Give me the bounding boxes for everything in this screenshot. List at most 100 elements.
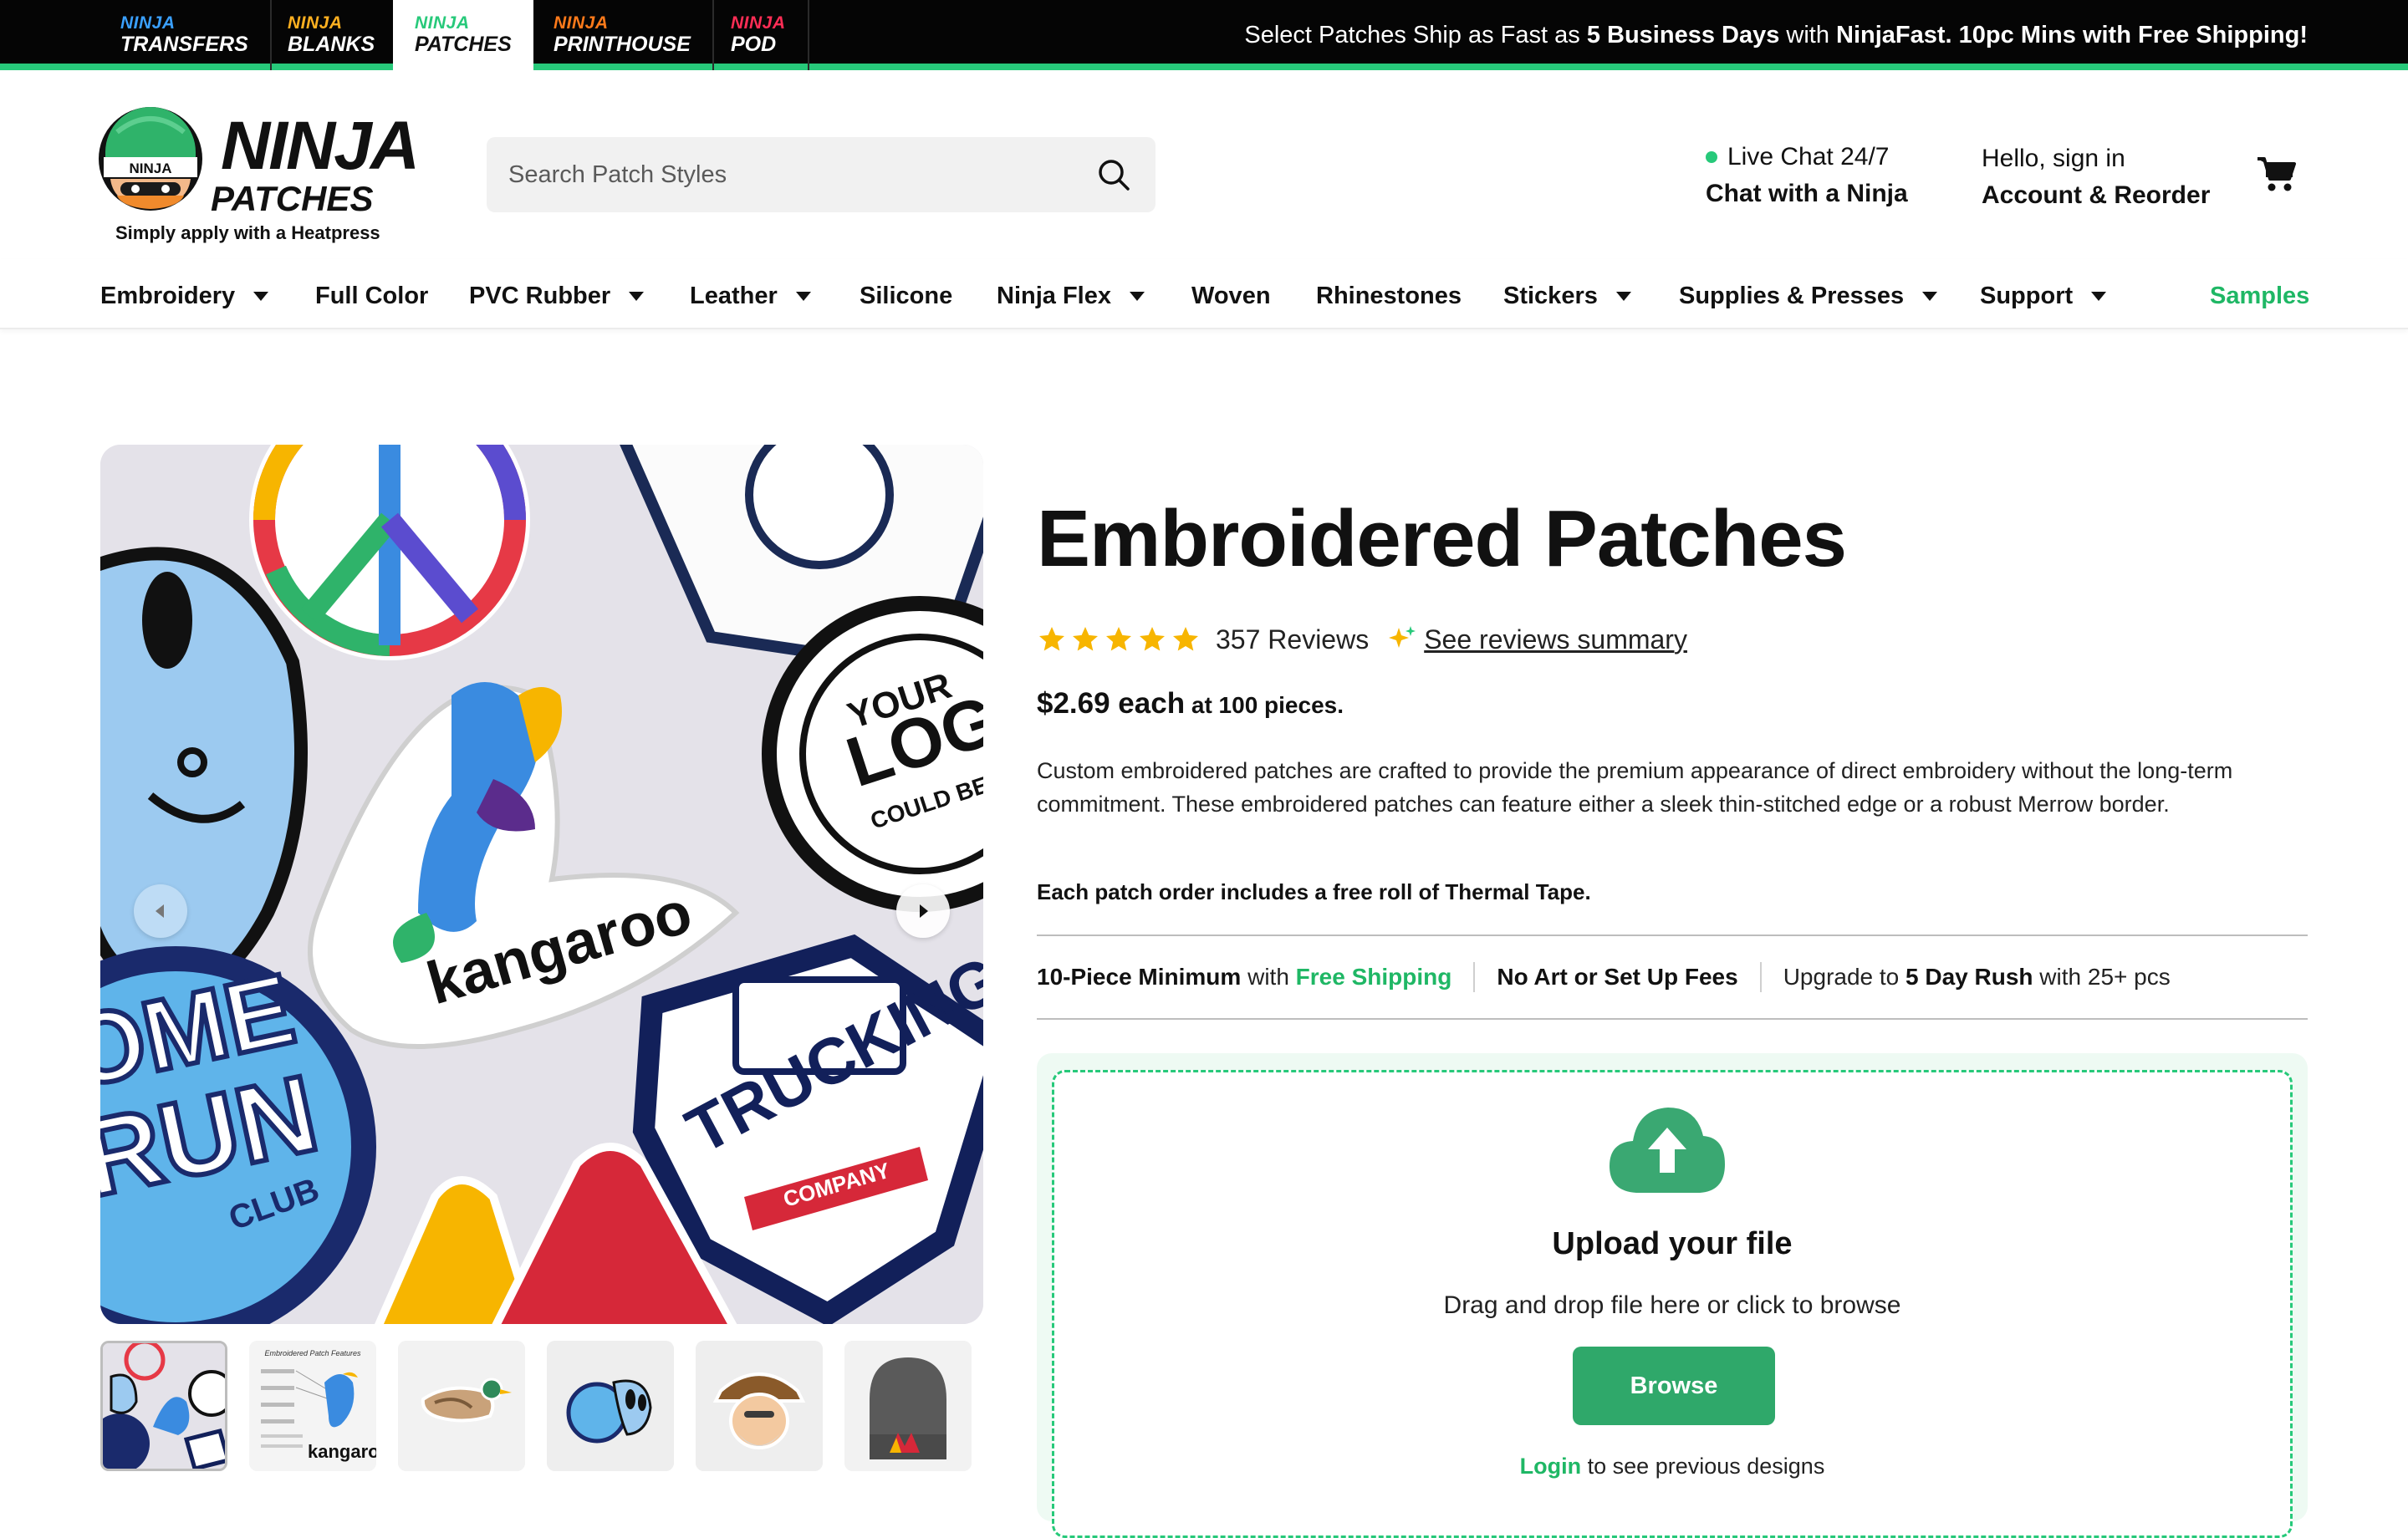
thumbnail-word: kangaroo <box>308 1441 376 1462</box>
search-bar <box>487 137 1156 212</box>
feature-minimum: 10-Piece Minimum with Free Shipping <box>1037 964 1451 991</box>
thumbnail-5[interactable] <box>696 1341 823 1471</box>
promo-highlight: NinjaFast. 10pc Mins with Free Shipping! <box>1836 21 2308 48</box>
account-reorder-label: Account & Reorder <box>1982 181 2211 209</box>
thumbnail-image <box>547 1341 674 1471</box>
brand-tab-pod[interactable]: NINJA POD <box>709 0 809 70</box>
nav-label: Full Color <box>315 282 429 309</box>
thumbnail-4[interactable] <box>547 1341 674 1471</box>
price-suffix: at 100 pieces. <box>1185 692 1344 718</box>
feature-rush: Upgrade to 5 Day Rush with 25+ pcs <box>1783 964 2171 991</box>
ninja-mascot-icon: NINJA NINJA PATCHES <box>99 107 420 218</box>
nav-label: Leather <box>690 282 778 309</box>
cloud-upload-icon <box>1610 1108 1725 1193</box>
search-input[interactable] <box>508 160 1094 189</box>
browse-button[interactable]: Browse <box>1573 1347 1775 1425</box>
brand-tab-transfers[interactable]: NINJA TRANSFERS <box>99 0 272 70</box>
thumbnail-image: Embroidered Patch Features kangaroo <box>249 1341 376 1471</box>
thumbnail-3[interactable] <box>398 1341 525 1471</box>
nav-pvc-rubber[interactable]: PVC Rubber <box>469 274 645 318</box>
login-prompt-text: to see previous designs <box>1581 1454 1825 1479</box>
nav-rhinestones[interactable]: Rhinestones <box>1316 274 1462 318</box>
brand-tab-small: NINJA <box>288 13 343 33</box>
gallery-next-button[interactable] <box>896 884 950 938</box>
nav-support[interactable]: Support <box>1980 274 2107 318</box>
brand-tab-label: BLANKS <box>288 33 375 56</box>
divider <box>1759 962 1762 992</box>
nav-supplies-presses[interactable]: Supplies & Presses <box>1679 274 1938 318</box>
thumbnail-2[interactable]: Embroidered Patch Features kangaroo <box>249 1341 376 1471</box>
rating-row: 357 Reviews See reviews summary <box>1037 619 1687 660</box>
caret-down-icon <box>1922 291 1938 301</box>
nav-full-color[interactable]: Full Color <box>315 274 428 318</box>
caret-down-icon <box>1615 291 1631 301</box>
thumbnail-6[interactable] <box>844 1341 972 1471</box>
price-value: $2.69 each <box>1037 687 1186 720</box>
file-dropzone[interactable]: Upload your file Drag and drop file here… <box>1052 1070 2293 1538</box>
nav-woven[interactable]: Woven <box>1191 274 1271 318</box>
live-chat-label: Live Chat 24/7 <box>1727 143 1890 171</box>
search-icon[interactable] <box>1094 155 1134 195</box>
brand-tab-blanks[interactable]: NINJA BLANKS <box>266 0 399 70</box>
brand-tab-printhouse[interactable]: NINJA PRINTHOUSE <box>532 0 714 70</box>
chevron-left-icon <box>156 904 164 918</box>
caret-down-icon <box>1130 291 1145 301</box>
feature-minimum-text: with <box>1241 964 1296 990</box>
upload-subtitle: Drag and drop file here or click to brow… <box>1443 1291 1901 1319</box>
patch-collage-image: YOUR LOGO COULD BE HERE kangaroo OME RUN… <box>100 445 983 1324</box>
nav-samples[interactable]: Samples <box>2210 274 2309 318</box>
brand-tab-patches[interactable]: NINJA PATCHES <box>393 0 533 70</box>
product-title: Embroidered Patches <box>1037 494 1847 583</box>
login-link[interactable]: Login <box>1520 1454 1581 1479</box>
nav-label: Support <box>1980 282 2074 309</box>
logo-tagline: Simply apply with a Heatpress <box>115 222 380 243</box>
gallery-prev-button[interactable] <box>134 884 187 938</box>
logo-word-patches: PATCHES <box>211 179 373 218</box>
brand-tab-label: TRANSFERS <box>120 33 248 56</box>
thumbnail-image <box>103 1343 225 1469</box>
thumbnail-1[interactable] <box>100 1341 227 1471</box>
feature-no-fees-bold: No Art or Set Up Fees <box>1497 964 1738 990</box>
account-link[interactable]: Hello, sign in Account & Reorder <box>1982 140 2210 214</box>
feature-rush-tail: with 25+ pcs <box>2033 964 2171 990</box>
feature-strip: 10-Piece Minimum with Free Shipping No A… <box>1037 935 2308 1020</box>
sign-in-greeting: Hello, sign in <box>1982 145 2125 172</box>
nav-leather[interactable]: Leather <box>690 274 811 318</box>
star-icon <box>1073 627 1098 651</box>
promo-highlight: 5 Business Days <box>1586 21 1780 48</box>
cart-icon[interactable] <box>2254 152 2298 196</box>
divider <box>1473 962 1476 992</box>
thumbnail-title: Embroidered Patch Features <box>264 1349 361 1357</box>
product-main-image[interactable]: YOUR LOGO COULD BE HERE kangaroo OME RUN… <box>100 445 983 1324</box>
nav-label: Rhinestones <box>1316 282 1462 309</box>
nav-label: Samples <box>2210 282 2310 309</box>
live-chat-link[interactable]: Live Chat 24/7 Chat with a Ninja <box>1706 139 1908 212</box>
reviews-count-link[interactable]: 357 Reviews <box>1216 624 1369 655</box>
reviews-summary-link[interactable]: See reviews summary <box>1424 624 1687 655</box>
feature-minimum-bold: 10-Piece Minimum <box>1037 964 1242 990</box>
promo-text: Select Patches Ship as Fast as <box>1244 21 1587 48</box>
brand-tab-label: POD <box>731 33 777 56</box>
nav-stickers[interactable]: Stickers <box>1503 274 1631 318</box>
main-nav: Embroidery Full Color PVC Rubber Leather… <box>0 259 2408 329</box>
nav-label: Ninja Flex <box>997 282 1111 309</box>
nav-label: Silicone <box>860 282 953 309</box>
nav-label: Stickers <box>1503 282 1598 309</box>
feature-rush-text: Upgrade to <box>1783 964 1906 990</box>
thermal-tape-note: Each patch order includes a free roll of… <box>1037 879 1591 904</box>
brand-tab-small: NINJA <box>554 13 609 33</box>
promo-text: with <box>1779 21 1837 48</box>
brand-bar: NINJA TRANSFERS NINJA BLANKS NINJA PATCH… <box>0 0 2408 70</box>
chevron-right-icon <box>920 904 928 918</box>
nav-ninja-flex[interactable]: Ninja Flex <box>997 274 1145 318</box>
nav-silicone[interactable]: Silicone <box>860 274 952 318</box>
star-icon <box>1106 627 1131 651</box>
star-icon <box>1039 627 1064 651</box>
nav-label: Embroidery <box>100 282 236 309</box>
brand-tab-small: NINJA <box>415 13 470 33</box>
nav-embroidery[interactable]: Embroidery <box>100 274 269 318</box>
upload-panel: Upload your file Drag and drop file here… <box>1037 1053 2308 1538</box>
thumbnail-image <box>398 1341 525 1471</box>
price: $2.69 each at 100 pieces. <box>1037 687 1344 721</box>
online-status-dot-icon <box>1706 151 1717 163</box>
